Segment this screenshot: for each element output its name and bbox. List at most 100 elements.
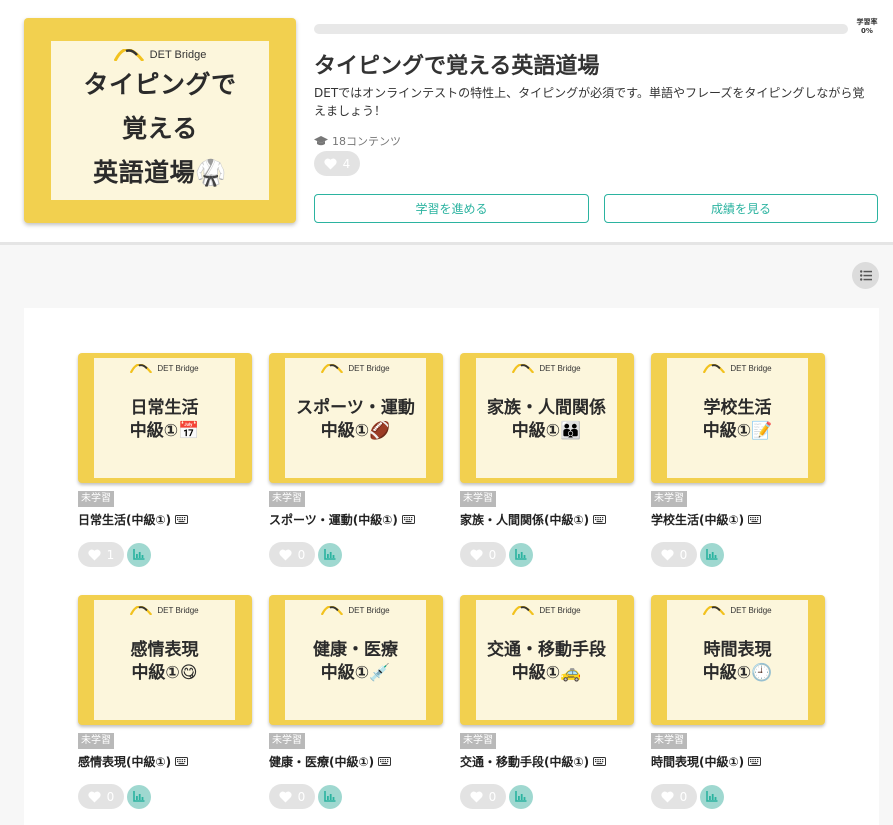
progress-value: 0% [861, 27, 873, 35]
heart-icon [88, 549, 101, 560]
thumbnail-title-line: 中級①🏈 [320, 421, 391, 441]
content-thumbnail-title: スポーツ・運動 中級①🏈 [285, 397, 426, 443]
brand-logo: DET Bridge [476, 606, 617, 615]
stats-button[interactable] [700, 784, 724, 809]
course-title: タイピングで覚える英語道場 [314, 54, 600, 79]
content-title[interactable]: 交通・移動手段(中級①) [460, 753, 634, 770]
brand-arc-icon [321, 606, 344, 615]
thumbnail-title-line: 交通・移動手段 [487, 640, 606, 660]
like-count: 0 [679, 547, 688, 562]
like-button[interactable]: 0 [269, 784, 315, 809]
content-thumbnail[interactable]: DET Bridge 家族・人間関係 中級①👪 [460, 353, 634, 483]
content-thumbnail[interactable]: DET Bridge 感情表現 中級①😋 [78, 595, 252, 725]
content-actions: 0 [651, 784, 825, 809]
content-thumbnail[interactable]: DET Bridge 時間表現 中級①🕘 [651, 595, 825, 725]
stats-button[interactable] [509, 542, 533, 567]
stats-button[interactable] [700, 542, 724, 567]
content-card[interactable]: DET Bridge 交通・移動手段 中級①🚕 未学習 交通・移動手段(中級①)… [460, 595, 634, 809]
content-thumbnail-title: 家族・人間関係 中級①👪 [476, 397, 617, 443]
like-count: 0 [297, 789, 306, 804]
content-thumbnail[interactable]: DET Bridge 日常生活 中級①📅 [78, 353, 252, 483]
content-title-text: スポーツ・運動(中級①) [269, 513, 398, 527]
chart-icon [515, 791, 527, 802]
content-thumbnail-inner: DET Bridge 日常生活 中級①📅 [94, 358, 235, 478]
brand-logo: DET Bridge [667, 606, 808, 615]
content-card[interactable]: DET Bridge 感情表現 中級①😋 未学習 感情表現(中級①) 0 [78, 595, 252, 809]
stats-button[interactable] [318, 784, 342, 809]
content-thumbnail-inner: DET Bridge 感情表現 中級①😋 [94, 600, 235, 720]
status-badge: 未学習 [78, 733, 114, 749]
brand-arc-icon [130, 364, 153, 373]
course-thumbnail: DET Bridge タイピングで 覚える 英語道場🥋 [24, 18, 296, 223]
stats-button[interactable] [318, 542, 342, 567]
like-count: 0 [488, 789, 497, 804]
content-title-text: 家族・人間関係(中級①) [460, 513, 590, 527]
stats-button[interactable] [127, 542, 151, 567]
thumbnail-title-line: 中級①💉 [320, 663, 391, 683]
heart-icon [279, 549, 292, 560]
like-button[interactable]: 0 [460, 784, 506, 809]
content-card[interactable]: DET Bridge スポーツ・運動 中級①🏈 未学習 スポーツ・運動(中級①)… [269, 353, 443, 567]
content-panel: DET Bridge 日常生活 中級①📅 未学習 日常生活(中級①) 1 DET… [24, 308, 879, 825]
stats-button[interactable] [127, 784, 151, 809]
like-button[interactable]: 1 [78, 542, 124, 567]
keyboard-icon [401, 515, 415, 524]
brand-arc-icon [113, 49, 144, 61]
content-title-text: 感情表現(中級①) [78, 755, 172, 769]
status-badge: 未学習 [269, 491, 305, 507]
like-button[interactable]: 0 [78, 784, 124, 809]
like-button[interactable]: 0 [460, 542, 506, 567]
content-title[interactable]: 健康・医療(中級①) [269, 753, 443, 770]
content-thumbnail[interactable]: DET Bridge 学校生活 中級①📝 [651, 353, 825, 483]
course-like-count: 4 [342, 156, 351, 171]
keyboard-icon [175, 757, 189, 766]
keyboard-icon [593, 757, 607, 766]
content-thumbnail[interactable]: DET Bridge 交通・移動手段 中級①🚕 [460, 595, 634, 725]
content-title-text: 日常生活(中級①) [78, 513, 172, 527]
status-badge: 未学習 [460, 733, 496, 749]
contents-count-label: 18コンテンツ [332, 135, 401, 148]
brand-name: DET Bridge [157, 606, 199, 615]
heart-icon [279, 791, 292, 802]
brand-logo: DET Bridge [285, 364, 426, 373]
content-actions: 0 [460, 542, 634, 567]
content-card[interactable]: DET Bridge 日常生活 中級①📅 未学習 日常生活(中級①) 1 [78, 353, 252, 567]
content-card[interactable]: DET Bridge 時間表現 中級①🕘 未学習 時間表現(中級①) 0 [651, 595, 825, 809]
continue-learning-button[interactable]: 学習を進める [314, 194, 589, 223]
like-button[interactable]: 0 [651, 784, 697, 809]
content-thumbnail[interactable]: DET Bridge 健康・医療 中級①💉 [269, 595, 443, 725]
brand-name: DET Bridge [348, 606, 390, 615]
content-title[interactable]: スポーツ・運動(中級①) [269, 511, 443, 528]
thumbnail-title-line: 中級①😋 [131, 663, 198, 683]
like-button[interactable]: 0 [651, 542, 697, 567]
thumbnail-title-line: 中級①🚕 [511, 663, 582, 683]
brand-name: DET Bridge [539, 606, 581, 615]
content-title[interactable]: 学校生活(中級①) [651, 511, 825, 528]
like-button[interactable]: 0 [269, 542, 315, 567]
view-results-button[interactable]: 成績を見る [604, 194, 878, 223]
content-thumbnail-inner: DET Bridge 学校生活 中級①📝 [667, 358, 808, 478]
content-thumbnail-inner: DET Bridge スポーツ・運動 中級①🏈 [285, 358, 426, 478]
content-title[interactable]: 時間表現(中級①) [651, 753, 825, 770]
content-card[interactable]: DET Bridge 学校生活 中級①📝 未学習 学校生活(中級①) 0 [651, 353, 825, 567]
progress-indicator: 学習率 0% [852, 18, 882, 36]
content-card[interactable]: DET Bridge 健康・医療 中級①💉 未学習 健康・医療(中級①) 0 [269, 595, 443, 809]
content-actions: 0 [651, 542, 825, 567]
content-thumbnail-title: 健康・医療 中級①💉 [285, 639, 426, 685]
content-card[interactable]: DET Bridge 家族・人間関係 中級①👪 未学習 家族・人間関係(中級①)… [460, 353, 634, 567]
course-like-button[interactable]: 4 [314, 151, 360, 176]
chart-icon [515, 549, 527, 560]
thumbnail-title-line: 中級①📝 [702, 421, 773, 441]
status-badge: 未学習 [651, 733, 687, 749]
content-thumbnail-title: 時間表現 中級①🕘 [667, 639, 808, 685]
brand-logo: DET Bridge [94, 606, 235, 615]
list-view-toggle[interactable] [852, 262, 879, 289]
content-title[interactable]: 日常生活(中級①) [78, 511, 252, 528]
content-title[interactable]: 感情表現(中級①) [78, 753, 252, 770]
content-thumbnail[interactable]: DET Bridge スポーツ・運動 中級①🏈 [269, 353, 443, 483]
stats-button[interactable] [509, 784, 533, 809]
brand-logo: DET Bridge [285, 606, 426, 615]
content-title[interactable]: 家族・人間関係(中級①) [460, 511, 634, 528]
status-badge: 未学習 [269, 733, 305, 749]
brand-arc-icon [321, 364, 344, 373]
